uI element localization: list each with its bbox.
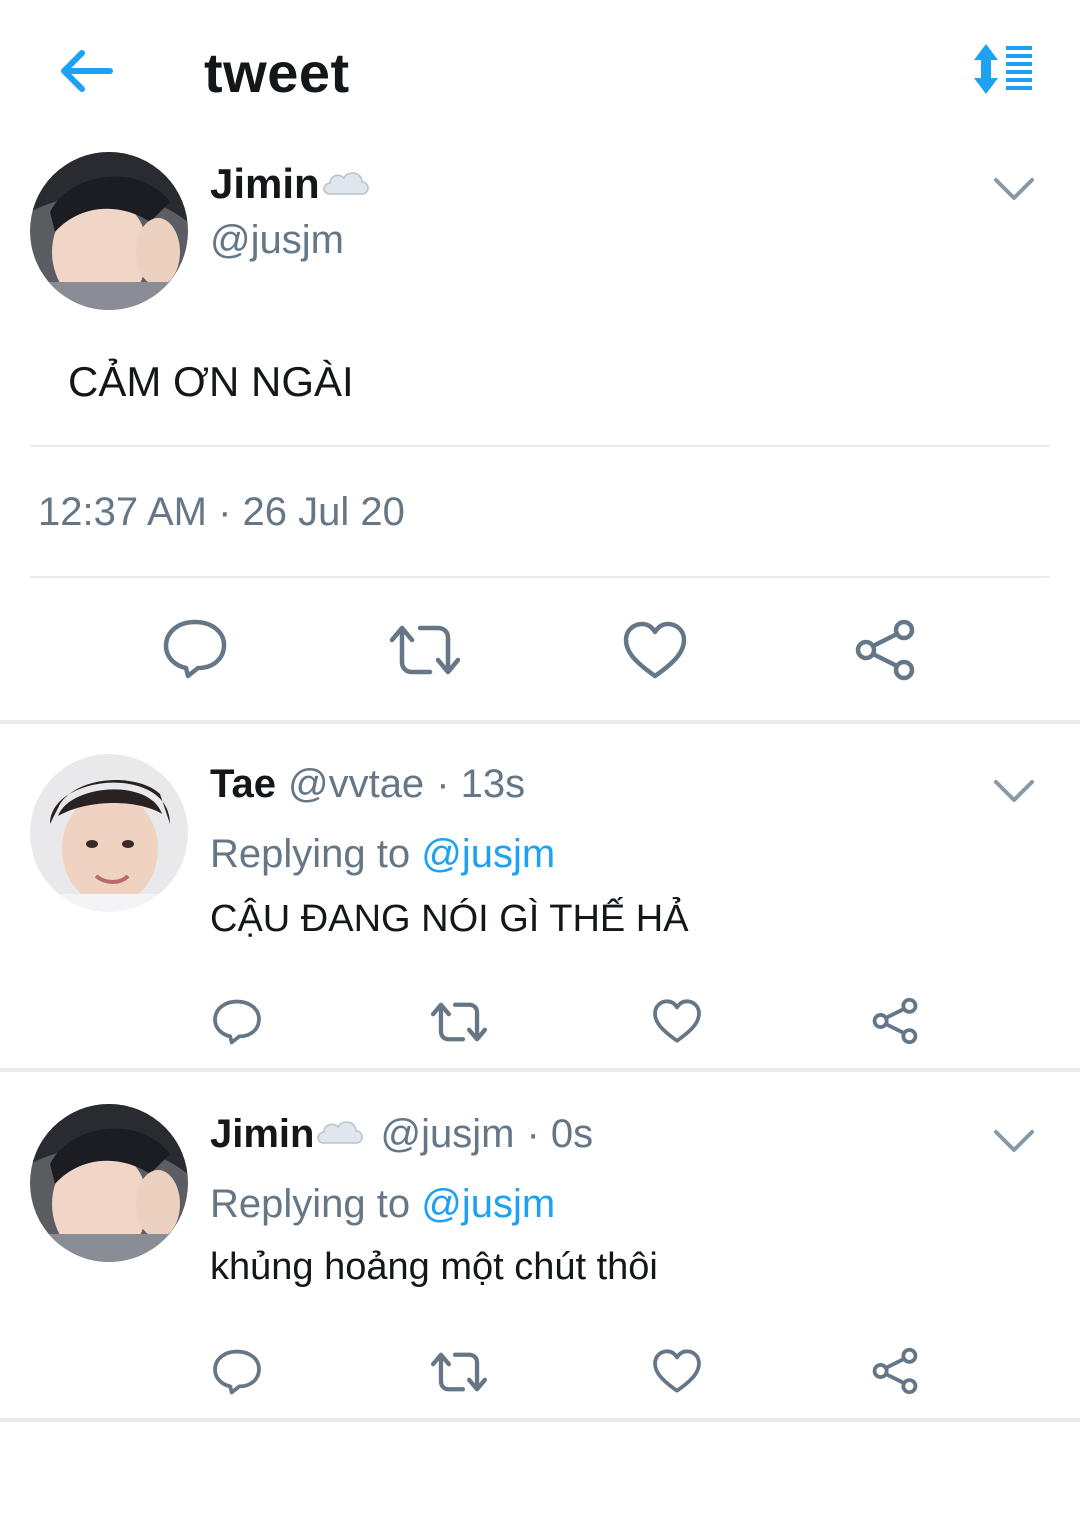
reply-author-line: Tae @vvtae · 13s (210, 762, 525, 807)
retweet-icon[interactable] (430, 1000, 488, 1049)
section-divider (0, 1068, 1080, 1072)
replying-to: Replying to @jusjm (210, 1182, 555, 1227)
chevron-down-icon[interactable] (992, 1126, 1036, 1156)
tweet-timestamp: 12:37 AM · 26 Jul 20 (38, 490, 405, 534)
replying-to: Replying to @jusjm (210, 832, 555, 877)
page-title: tweet (204, 41, 350, 104)
tweet-text: CẢM ƠN NGÀI (68, 358, 354, 405)
replying-to-handle[interactable]: @jusjm (421, 832, 555, 876)
reply-time: · 0s (526, 1112, 594, 1156)
reply-time: · 13s (436, 762, 526, 806)
back-arrow-icon[interactable] (54, 46, 116, 96)
display-name[interactable]: Jimin (210, 1112, 314, 1157)
share-icon[interactable] (852, 618, 918, 687)
divider (30, 576, 1050, 578)
author-handle[interactable]: @vvtae (288, 762, 424, 807)
reply-author-line: Jimin @jusjm · 0s (210, 1112, 593, 1157)
author-handle[interactable]: @jusjm (210, 218, 344, 263)
sort-list-icon[interactable] (968, 42, 1036, 96)
display-name[interactable]: Jimin (210, 160, 320, 208)
display-name[interactable]: Tae (210, 762, 276, 807)
reply-text: CẬU ĐANG NÓI GÌ THẾ HẢ (210, 898, 689, 940)
author-name[interactable]: Jimin (210, 160, 372, 208)
divider (30, 445, 1050, 447)
like-icon[interactable] (622, 620, 688, 685)
cloud-icon (320, 160, 372, 208)
like-icon[interactable] (652, 1348, 702, 1399)
cloud-icon (314, 1112, 366, 1157)
top-bar: tweet (0, 0, 1080, 140)
author-handle[interactable]: @jusjm (380, 1112, 514, 1157)
section-divider (0, 1418, 1080, 1422)
chevron-down-icon[interactable] (992, 776, 1036, 806)
replying-to-label: Replying to (210, 1182, 411, 1226)
reply-icon[interactable] (212, 998, 262, 1051)
section-divider (0, 720, 1080, 724)
avatar[interactable] (30, 1104, 188, 1262)
reply-icon[interactable] (212, 1348, 262, 1401)
chevron-down-icon[interactable] (992, 174, 1036, 204)
retweet-icon[interactable] (430, 1350, 488, 1399)
reply-icon[interactable] (162, 618, 228, 685)
retweet-icon[interactable] (388, 622, 462, 683)
like-icon[interactable] (652, 998, 702, 1049)
share-icon[interactable] (870, 996, 920, 1051)
reply-text: khủng hoảng một chút thôi (210, 1246, 658, 1288)
replying-to-handle[interactable]: @jusjm (421, 1182, 555, 1226)
replying-to-label: Replying to (210, 832, 411, 876)
share-icon[interactable] (870, 1346, 920, 1401)
avatar[interactable] (30, 754, 188, 912)
avatar[interactable] (30, 152, 188, 310)
